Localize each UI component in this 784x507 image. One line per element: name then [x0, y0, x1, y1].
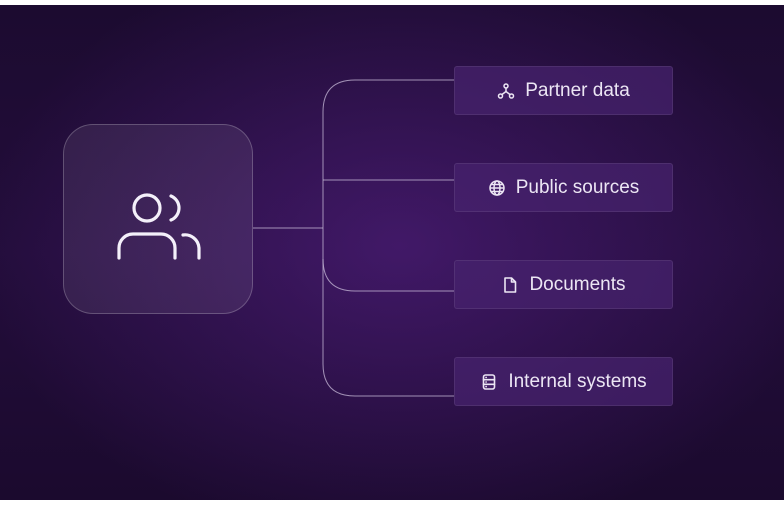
- globe-icon: [488, 179, 506, 197]
- document-icon: [501, 276, 519, 294]
- network-icon: [497, 82, 515, 100]
- source-node-internal-systems: Internal systems: [454, 357, 673, 406]
- database-icon: [480, 373, 498, 391]
- source-label: Internal systems: [508, 370, 647, 392]
- users-hub: [63, 124, 253, 314]
- source-node-public-sources: Public sources: [454, 163, 673, 212]
- users-icon: [117, 193, 201, 260]
- source-label: Partner data: [525, 79, 630, 101]
- diagram-canvas: Partner data Public sources Documents In…: [0, 5, 784, 500]
- source-node-documents: Documents: [454, 260, 673, 309]
- source-node-partner-data: Partner data: [454, 66, 673, 115]
- source-label: Documents: [529, 273, 626, 295]
- source-label: Public sources: [515, 176, 640, 198]
